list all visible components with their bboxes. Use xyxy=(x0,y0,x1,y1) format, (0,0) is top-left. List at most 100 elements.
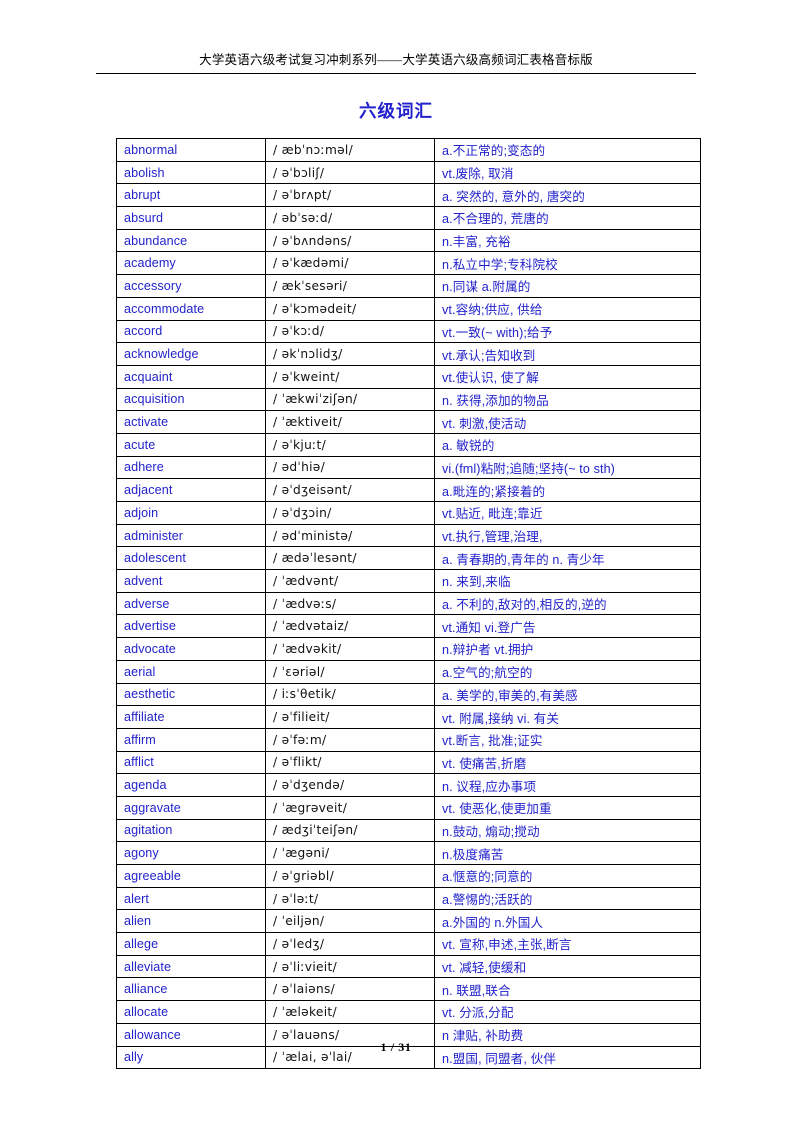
vocab-phonetic-cell: / ˈɛəriəl/ xyxy=(265,659,435,684)
page-title: 六级词汇 xyxy=(359,101,433,121)
vocab-phonetic-cell: / əˈbɔliʃ/ xyxy=(265,160,435,185)
table-row: aerial / ˈɛəriəl/a.空气的;航空的 xyxy=(116,659,701,684)
vocab-word-cell: advocate xyxy=(116,637,266,661)
vocab-phonetic-cell: / ˈæləkeit/ xyxy=(265,1000,435,1024)
vocab-word-cell: advertise xyxy=(116,614,266,639)
vocab-word-cell: adolescent xyxy=(116,546,266,571)
vocab-meaning-cell: vt. 附属,接纳 vi. 有关 xyxy=(434,705,701,729)
vocab-word-cell: activate xyxy=(116,410,266,434)
running-header-text: 大学英语六级考试复习冲刺系列——大学英语六级高频词汇表格音标版 xyxy=(199,53,593,67)
vocab-meaning-cell: vt. 减轻,使缓和 xyxy=(434,954,701,979)
vocab-meaning-cell: n. 获得,添加的物品 xyxy=(434,387,701,412)
table-row: absurd / əbˈsəːd/a.不合理的, 荒唐的 xyxy=(116,206,701,230)
vocab-phonetic-cell: / əˈləːt/ xyxy=(265,886,435,911)
table-row: abundance / əˈbʌndəns/n.丰富, 充裕 xyxy=(116,228,701,253)
vocab-word-cell: adjoin xyxy=(116,501,266,525)
vocab-meaning-cell: n.私立中学;专科院校 xyxy=(434,251,701,276)
table-row: alliance / əˈlaiəns/n. 联盟,联合 xyxy=(116,977,701,1002)
vocab-meaning-cell: a. 敏锐的 xyxy=(434,432,701,457)
vocab-meaning-cell: vt.承认;告知收到 xyxy=(434,342,701,366)
vocab-word-cell: agony xyxy=(116,841,266,865)
vocab-word-cell: alert xyxy=(116,886,266,911)
vocab-word-cell: accessory xyxy=(116,274,266,298)
vocab-meaning-cell: a.不正常的;变态的 xyxy=(434,138,701,162)
vocab-phonetic-cell: / əˈledʒ/ xyxy=(265,932,435,956)
vocab-phonetic-cell: / əˈkjuːt/ xyxy=(265,432,435,457)
vocab-meaning-cell: vt. 使恶化,使更加重 xyxy=(434,795,701,820)
vocab-word-cell: acknowledge xyxy=(116,342,266,366)
vocab-meaning-cell: a. 不利的,敌对的,相反的,逆的 xyxy=(434,591,701,616)
vocab-word-cell: academy xyxy=(116,251,266,276)
vocab-word-cell: absurd xyxy=(116,206,266,230)
table-row: agitation / ædʒiˈteiʃən/n.鼓动, 煽动;搅动 xyxy=(116,818,701,843)
vocab-word-cell: administer xyxy=(116,523,266,548)
table-row: afflict / əˈflikt/vt. 使痛苦,折磨 xyxy=(116,750,701,775)
vocab-word-cell: accommodate xyxy=(116,296,266,321)
table-row: acute / əˈkjuːt/a. 敏锐的 xyxy=(116,432,701,457)
vocab-word-cell: adjacent xyxy=(116,478,266,502)
table-row: allocate / ˈæləkeit/vt. 分派,分配 xyxy=(116,1000,701,1024)
vocab-phonetic-cell: / æbˈnɔːməl/ xyxy=(265,138,435,162)
table-row: aggravate / ˈægrəveit/vt. 使恶化,使更加重 xyxy=(116,795,701,820)
vocab-phonetic-cell: / əˈkædəmi/ xyxy=(265,251,435,276)
vocab-meaning-cell: n.同谋 a.附属的 xyxy=(434,274,701,298)
vocab-meaning-cell: n.辩护者 vt.拥护 xyxy=(434,637,701,661)
vocab-meaning-cell: a. 美学的,审美的,有美感 xyxy=(434,682,701,707)
vocab-word-cell: accord xyxy=(116,319,266,344)
vocab-meaning-cell: vt.执行,管理,治理, xyxy=(434,523,701,548)
vocab-phonetic-cell: / ækˈsesəri/ xyxy=(265,274,435,298)
vocab-phonetic-cell: / əˈflikt/ xyxy=(265,750,435,775)
vocab-meaning-cell: vt.通知 vi.登广告 xyxy=(434,614,701,639)
table-row: abolish / əˈbɔliʃ/vt.废除, 取消 xyxy=(116,160,701,185)
vocab-word-cell: alleviate xyxy=(116,954,266,979)
vocab-word-cell: acquisition xyxy=(116,387,266,412)
vocab-phonetic-cell: / ˈædvənt/ xyxy=(265,569,435,593)
vocab-phonetic-cell: / əˈkɔmədeit/ xyxy=(265,296,435,321)
vocab-phonetic-cell: / ædəˈlesənt/ xyxy=(265,546,435,571)
vocab-phonetic-cell: / iːsˈθetik/ xyxy=(265,682,435,707)
vocab-meaning-cell: n. 议程,应办事项 xyxy=(434,773,701,797)
vocab-phonetic-cell: / əˈgriəbl/ xyxy=(265,864,435,888)
table-row: accommodate / əˈkɔmədeit/vt.容纳;供应, 供给 xyxy=(116,296,701,321)
vocab-meaning-cell: a.空气的;航空的 xyxy=(434,659,701,684)
table-row: abnormal / æbˈnɔːməl/a.不正常的;变态的 xyxy=(116,138,701,162)
table-row: advocate / ˈædvəkit/n.辩护者 vt.拥护 xyxy=(116,637,701,661)
table-row: alert / əˈləːt/a.警惕的;活跃的 xyxy=(116,886,701,911)
vocab-meaning-cell: vt.一致(~ with);给予 xyxy=(434,319,701,344)
vocab-phonetic-cell: / əˈfilieit/ xyxy=(265,705,435,729)
table-row: adolescent / ædəˈlesənt/a. 青春期的,青年的 n. 青少… xyxy=(116,546,701,571)
table-row: affiliate / əˈfilieit/vt. 附属,接纳 vi. 有关 xyxy=(116,705,701,729)
vocab-meaning-cell: a.毗连的;紧接着的 xyxy=(434,478,701,502)
vocab-meaning-cell: a.不合理的, 荒唐的 xyxy=(434,206,701,230)
vocab-meaning-cell: vt. 刺激,使活动 xyxy=(434,410,701,434)
vocab-word-cell: abnormal xyxy=(116,138,266,162)
vocab-meaning-cell: vt. 宣称,申述,主张,断言 xyxy=(434,932,701,956)
table-row: abrupt / əˈbrʌpt/a. 突然的, 意外的, 唐突的 xyxy=(116,183,701,208)
vocab-phonetic-cell: / ˈædvətaiz/ xyxy=(265,614,435,639)
vocab-phonetic-cell: / ædʒiˈteiʃən/ xyxy=(265,818,435,843)
vocab-meaning-cell: a.惬意的;同意的 xyxy=(434,864,701,888)
vocab-word-cell: affirm xyxy=(116,727,266,752)
vocab-word-cell: aesthetic xyxy=(116,682,266,707)
vocab-phonetic-cell: / ˈeiljən/ xyxy=(265,909,435,934)
vocab-word-cell: aerial xyxy=(116,659,266,684)
vocab-meaning-cell: n.鼓动, 煽动;搅动 xyxy=(434,818,701,843)
table-row: accord / əˈkɔːd/vt.一致(~ with);给予 xyxy=(116,319,701,344)
vocab-word-cell: allege xyxy=(116,932,266,956)
table-row: advertise / ˈædvətaiz/vt.通知 vi.登广告 xyxy=(116,614,701,639)
vocab-phonetic-cell: / ˈædvəkit/ xyxy=(265,637,435,661)
vocab-word-cell: acute xyxy=(116,432,266,457)
vocab-phonetic-cell: / ˈædvəːs/ xyxy=(265,591,435,616)
vocab-meaning-cell: vi.(fml)粘附;追随;坚持(~ to sth) xyxy=(434,455,701,480)
vocab-phonetic-cell: / əˈkweint/ xyxy=(265,364,435,389)
vocab-word-cell: agenda xyxy=(116,773,266,797)
vocab-phonetic-cell: / ədˈhiə/ xyxy=(265,455,435,480)
vocab-word-cell: adverse xyxy=(116,591,266,616)
table-row: aesthetic / iːsˈθetik/a. 美学的,审美的,有美感 xyxy=(116,682,701,707)
vocab-word-cell: adhere xyxy=(116,455,266,480)
vocab-meaning-cell: n. 联盟,联合 xyxy=(434,977,701,1002)
vocab-word-cell: afflict xyxy=(116,750,266,775)
vocab-phonetic-cell: / əkˈnɔlidʒ/ xyxy=(265,342,435,366)
vocab-meaning-cell: vt. 使痛苦,折磨 xyxy=(434,750,701,775)
vocab-meaning-cell: a.警惕的;活跃的 xyxy=(434,886,701,911)
